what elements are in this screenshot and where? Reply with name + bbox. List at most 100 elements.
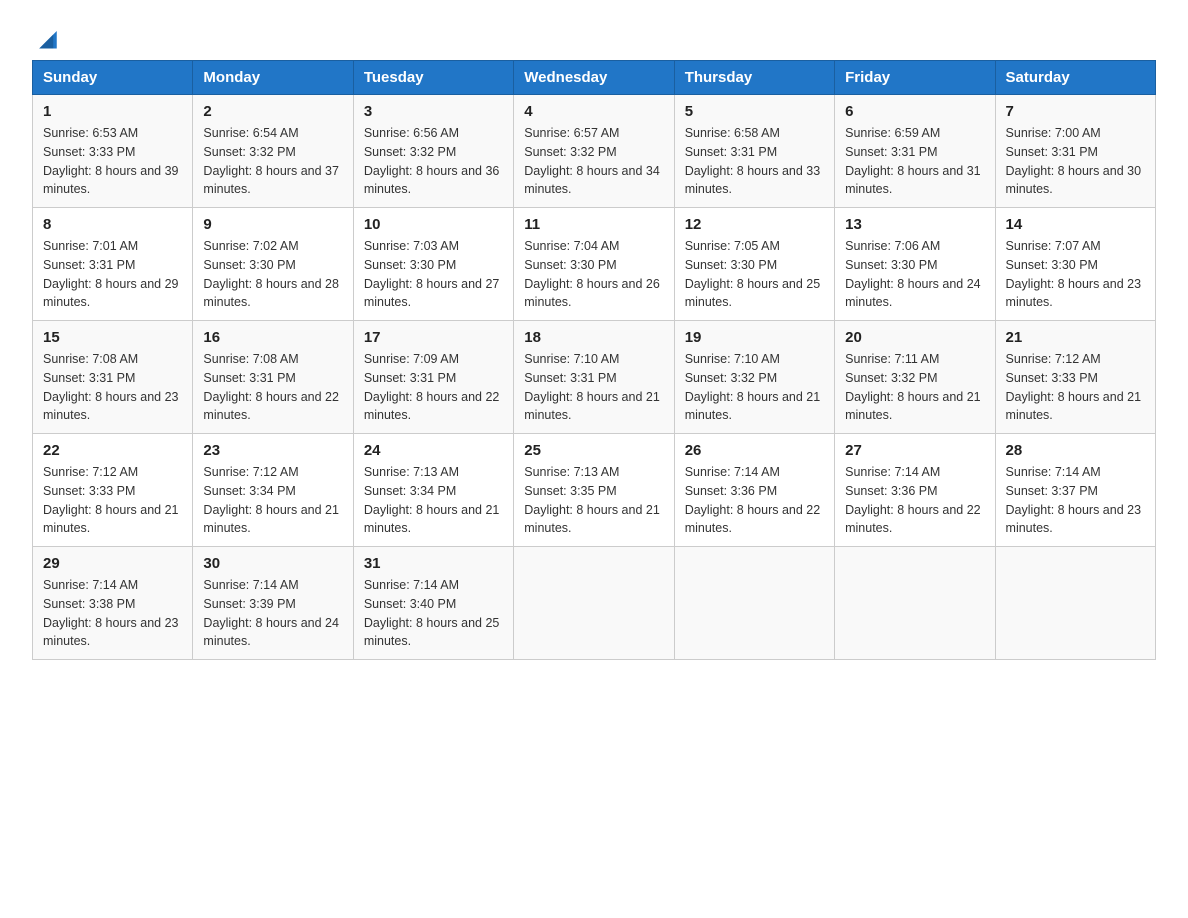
day-info: Sunrise: 6:58 AMSunset: 3:31 PMDaylight:… xyxy=(685,124,824,199)
day-number: 14 xyxy=(1006,216,1145,233)
header-cell-tuesday: Tuesday xyxy=(353,61,513,95)
day-number: 13 xyxy=(845,216,984,233)
day-info: Sunrise: 6:57 AMSunset: 3:32 PMDaylight:… xyxy=(524,124,663,199)
day-number: 23 xyxy=(203,442,342,459)
calendar-cell: 30 Sunrise: 7:14 AMSunset: 3:39 PMDaylig… xyxy=(193,547,353,660)
calendar-week-2: 8 Sunrise: 7:01 AMSunset: 3:31 PMDayligh… xyxy=(33,208,1156,321)
day-info: Sunrise: 7:12 AMSunset: 3:34 PMDaylight:… xyxy=(203,463,342,538)
day-info: Sunrise: 7:14 AMSunset: 3:36 PMDaylight:… xyxy=(685,463,824,538)
calendar-cell: 24 Sunrise: 7:13 AMSunset: 3:34 PMDaylig… xyxy=(353,434,513,547)
day-number: 18 xyxy=(524,329,663,346)
header-cell-saturday: Saturday xyxy=(995,61,1155,95)
calendar-cell: 11 Sunrise: 7:04 AMSunset: 3:30 PMDaylig… xyxy=(514,208,674,321)
day-number: 31 xyxy=(364,555,503,572)
day-number: 20 xyxy=(845,329,984,346)
day-info: Sunrise: 7:03 AMSunset: 3:30 PMDaylight:… xyxy=(364,237,503,312)
calendar-cell: 15 Sunrise: 7:08 AMSunset: 3:31 PMDaylig… xyxy=(33,321,193,434)
header-cell-thursday: Thursday xyxy=(674,61,834,95)
calendar-cell xyxy=(514,547,674,660)
day-info: Sunrise: 7:07 AMSunset: 3:30 PMDaylight:… xyxy=(1006,237,1145,312)
day-number: 11 xyxy=(524,216,663,233)
day-number: 8 xyxy=(43,216,182,233)
calendar-header: SundayMondayTuesdayWednesdayThursdayFrid… xyxy=(33,61,1156,95)
calendar-cell: 1 Sunrise: 6:53 AMSunset: 3:33 PMDayligh… xyxy=(33,95,193,208)
day-number: 24 xyxy=(364,442,503,459)
day-info: Sunrise: 7:14 AMSunset: 3:39 PMDaylight:… xyxy=(203,576,342,651)
day-info: Sunrise: 7:08 AMSunset: 3:31 PMDaylight:… xyxy=(43,350,182,425)
day-info: Sunrise: 6:53 AMSunset: 3:33 PMDaylight:… xyxy=(43,124,182,199)
logo xyxy=(32,24,62,44)
calendar-cell: 5 Sunrise: 6:58 AMSunset: 3:31 PMDayligh… xyxy=(674,95,834,208)
day-number: 4 xyxy=(524,103,663,120)
day-info: Sunrise: 7:13 AMSunset: 3:35 PMDaylight:… xyxy=(524,463,663,538)
day-number: 10 xyxy=(364,216,503,233)
day-info: Sunrise: 7:02 AMSunset: 3:30 PMDaylight:… xyxy=(203,237,342,312)
day-number: 26 xyxy=(685,442,824,459)
calendar-cell xyxy=(674,547,834,660)
calendar-week-1: 1 Sunrise: 6:53 AMSunset: 3:33 PMDayligh… xyxy=(33,95,1156,208)
day-number: 7 xyxy=(1006,103,1145,120)
calendar-cell xyxy=(995,547,1155,660)
calendar-cell: 6 Sunrise: 6:59 AMSunset: 3:31 PMDayligh… xyxy=(835,95,995,208)
header-cell-friday: Friday xyxy=(835,61,995,95)
calendar-cell: 9 Sunrise: 7:02 AMSunset: 3:30 PMDayligh… xyxy=(193,208,353,321)
header-cell-wednesday: Wednesday xyxy=(514,61,674,95)
header-cell-monday: Monday xyxy=(193,61,353,95)
day-info: Sunrise: 7:14 AMSunset: 3:37 PMDaylight:… xyxy=(1006,463,1145,538)
day-number: 15 xyxy=(43,329,182,346)
day-info: Sunrise: 7:08 AMSunset: 3:31 PMDaylight:… xyxy=(203,350,342,425)
day-number: 27 xyxy=(845,442,984,459)
day-info: Sunrise: 7:14 AMSunset: 3:36 PMDaylight:… xyxy=(845,463,984,538)
day-number: 21 xyxy=(1006,329,1145,346)
day-info: Sunrise: 6:59 AMSunset: 3:31 PMDaylight:… xyxy=(845,124,984,199)
calendar-cell: 4 Sunrise: 6:57 AMSunset: 3:32 PMDayligh… xyxy=(514,95,674,208)
day-number: 12 xyxy=(685,216,824,233)
calendar-table: SundayMondayTuesdayWednesdayThursdayFrid… xyxy=(32,60,1156,660)
day-info: Sunrise: 7:13 AMSunset: 3:34 PMDaylight:… xyxy=(364,463,503,538)
day-number: 28 xyxy=(1006,442,1145,459)
day-info: Sunrise: 7:04 AMSunset: 3:30 PMDaylight:… xyxy=(524,237,663,312)
day-number: 17 xyxy=(364,329,503,346)
day-number: 30 xyxy=(203,555,342,572)
calendar-cell: 25 Sunrise: 7:13 AMSunset: 3:35 PMDaylig… xyxy=(514,434,674,547)
calendar-cell: 13 Sunrise: 7:06 AMSunset: 3:30 PMDaylig… xyxy=(835,208,995,321)
day-info: Sunrise: 7:12 AMSunset: 3:33 PMDaylight:… xyxy=(1006,350,1145,425)
day-number: 3 xyxy=(364,103,503,120)
calendar-cell: 8 Sunrise: 7:01 AMSunset: 3:31 PMDayligh… xyxy=(33,208,193,321)
calendar-cell: 21 Sunrise: 7:12 AMSunset: 3:33 PMDaylig… xyxy=(995,321,1155,434)
day-info: Sunrise: 7:01 AMSunset: 3:31 PMDaylight:… xyxy=(43,237,182,312)
day-info: Sunrise: 7:14 AMSunset: 3:40 PMDaylight:… xyxy=(364,576,503,651)
day-info: Sunrise: 6:54 AMSunset: 3:32 PMDaylight:… xyxy=(203,124,342,199)
day-number: 9 xyxy=(203,216,342,233)
day-info: Sunrise: 7:09 AMSunset: 3:31 PMDaylight:… xyxy=(364,350,503,425)
calendar-cell: 31 Sunrise: 7:14 AMSunset: 3:40 PMDaylig… xyxy=(353,547,513,660)
page-header xyxy=(32,24,1156,44)
header-row: SundayMondayTuesdayWednesdayThursdayFrid… xyxy=(33,61,1156,95)
calendar-cell: 12 Sunrise: 7:05 AMSunset: 3:30 PMDaylig… xyxy=(674,208,834,321)
calendar-cell: 7 Sunrise: 7:00 AMSunset: 3:31 PMDayligh… xyxy=(995,95,1155,208)
day-info: Sunrise: 7:00 AMSunset: 3:31 PMDaylight:… xyxy=(1006,124,1145,199)
calendar-cell: 18 Sunrise: 7:10 AMSunset: 3:31 PMDaylig… xyxy=(514,321,674,434)
calendar-body: 1 Sunrise: 6:53 AMSunset: 3:33 PMDayligh… xyxy=(33,95,1156,660)
day-number: 6 xyxy=(845,103,984,120)
logo-triangle-icon xyxy=(34,24,62,52)
day-info: Sunrise: 7:12 AMSunset: 3:33 PMDaylight:… xyxy=(43,463,182,538)
calendar-cell: 17 Sunrise: 7:09 AMSunset: 3:31 PMDaylig… xyxy=(353,321,513,434)
calendar-cell: 22 Sunrise: 7:12 AMSunset: 3:33 PMDaylig… xyxy=(33,434,193,547)
calendar-cell: 20 Sunrise: 7:11 AMSunset: 3:32 PMDaylig… xyxy=(835,321,995,434)
calendar-cell: 26 Sunrise: 7:14 AMSunset: 3:36 PMDaylig… xyxy=(674,434,834,547)
day-info: Sunrise: 7:11 AMSunset: 3:32 PMDaylight:… xyxy=(845,350,984,425)
calendar-cell: 10 Sunrise: 7:03 AMSunset: 3:30 PMDaylig… xyxy=(353,208,513,321)
calendar-week-3: 15 Sunrise: 7:08 AMSunset: 3:31 PMDaylig… xyxy=(33,321,1156,434)
day-info: Sunrise: 6:56 AMSunset: 3:32 PMDaylight:… xyxy=(364,124,503,199)
calendar-cell: 27 Sunrise: 7:14 AMSunset: 3:36 PMDaylig… xyxy=(835,434,995,547)
day-number: 1 xyxy=(43,103,182,120)
calendar-cell: 3 Sunrise: 6:56 AMSunset: 3:32 PMDayligh… xyxy=(353,95,513,208)
day-number: 19 xyxy=(685,329,824,346)
calendar-week-4: 22 Sunrise: 7:12 AMSunset: 3:33 PMDaylig… xyxy=(33,434,1156,547)
calendar-cell: 23 Sunrise: 7:12 AMSunset: 3:34 PMDaylig… xyxy=(193,434,353,547)
calendar-cell: 2 Sunrise: 6:54 AMSunset: 3:32 PMDayligh… xyxy=(193,95,353,208)
day-info: Sunrise: 7:10 AMSunset: 3:32 PMDaylight:… xyxy=(685,350,824,425)
header-cell-sunday: Sunday xyxy=(33,61,193,95)
day-number: 22 xyxy=(43,442,182,459)
